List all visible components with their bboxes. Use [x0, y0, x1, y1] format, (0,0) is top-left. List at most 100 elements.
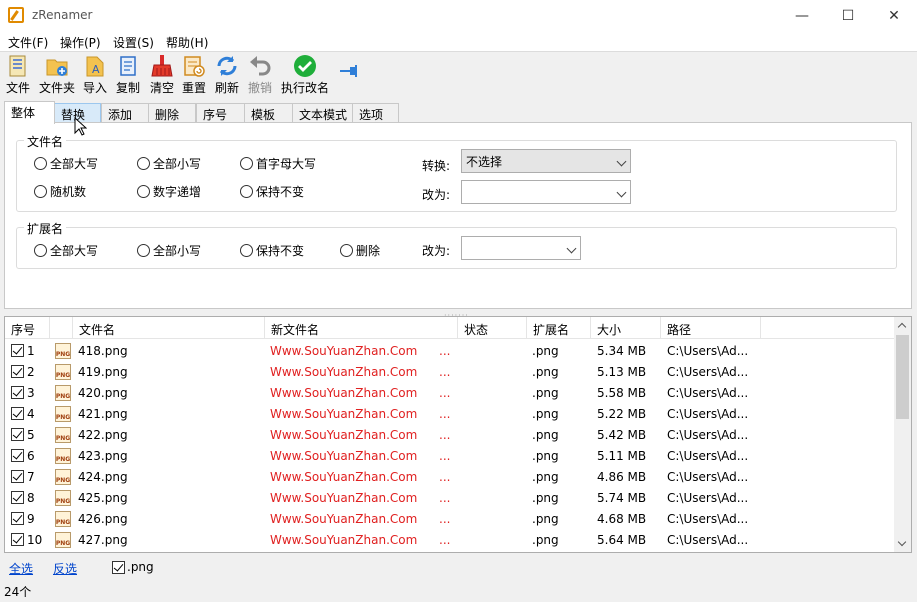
scroll-up-arrow-icon[interactable]: [897, 322, 907, 332]
minimize-button[interactable]: —: [779, 0, 825, 32]
radio-filename-capitalize[interactable]: 首字母大写: [240, 155, 316, 172]
column-header-status[interactable]: 状态: [458, 317, 527, 339]
row-checkbox[interactable]: [11, 449, 24, 462]
select-all-link[interactable]: 全选: [9, 560, 33, 577]
scrollbar-thumb[interactable]: [896, 335, 909, 419]
radio-ext-keep[interactable]: 保持不变: [240, 242, 304, 259]
table-row[interactable]: 5 PNG 422.png Www.SouYuanZhan.Com... .png 5.4…: [5, 425, 895, 446]
menu-help[interactable]: 帮助(H): [166, 34, 208, 51]
radio-filename-random[interactable]: 随机数: [34, 183, 86, 200]
row-index: 5: [27, 428, 35, 442]
png-file-icon: PNG: [55, 406, 71, 422]
tab-options[interactable]: 选项: [352, 103, 399, 123]
tab-template[interactable]: 模板: [244, 103, 293, 123]
menu-operate[interactable]: 操作(P): [60, 34, 101, 51]
row-path: C:\Users\Ad...: [667, 449, 749, 463]
vertical-scrollbar[interactable]: [894, 317, 911, 552]
column-header-index[interactable]: 序号: [5, 317, 50, 339]
row-index: 7: [27, 470, 35, 484]
row-newname: Www.SouYuanZhan.Com: [270, 491, 418, 505]
row-checkbox[interactable]: [11, 428, 24, 441]
column-header-filename[interactable]: 文件名: [73, 317, 265, 339]
row-checkbox[interactable]: [11, 533, 24, 546]
maximize-button[interactable]: ☐: [825, 0, 871, 32]
tab-sequence[interactable]: 序号: [196, 103, 245, 123]
row-checkbox[interactable]: [11, 344, 24, 357]
radio-filename-increment[interactable]: 数字递增: [137, 183, 201, 200]
row-path: C:\Users\Ad...: [667, 428, 749, 442]
row-filename: 426.png: [78, 512, 128, 526]
table-row[interactable]: 1 PNG 418.png Www.SouYuanZhan.Com... .png 5.3…: [5, 341, 895, 362]
add-file-button[interactable]: 文件: [4, 52, 32, 98]
png-file-icon: PNG: [55, 532, 71, 548]
row-size: 5.58 MB: [597, 386, 647, 400]
radio-ext-lowercase[interactable]: 全部小写: [137, 242, 201, 259]
radio-ext-uppercase[interactable]: 全部大写: [34, 242, 98, 259]
copy-button[interactable]: 复制: [114, 52, 142, 98]
row-size: 5.34 MB: [597, 344, 647, 358]
table-row[interactable]: 2 PNG 419.png Www.SouYuanZhan.Com... .png 5.1…: [5, 362, 895, 383]
column-header-newname[interactable]: 新文件名: [265, 317, 458, 339]
row-newname-ellipsis: ...: [439, 449, 451, 463]
tab-overall[interactable]: 整体: [4, 101, 55, 124]
row-path: C:\Users\Ad...: [667, 470, 749, 484]
row-newname-ellipsis: ...: [439, 470, 451, 484]
table-row[interactable]: 8 PNG 425.png Www.SouYuanZhan.Com... .png 5.7…: [5, 488, 895, 509]
execute-rename-button[interactable]: 执行改名: [280, 52, 330, 98]
row-path: C:\Users\Ad...: [667, 533, 749, 547]
column-header-icon[interactable]: [50, 317, 73, 339]
pin-button[interactable]: [338, 52, 362, 98]
row-extension: .png: [532, 533, 559, 547]
row-extension: .png: [532, 365, 559, 379]
ext-change-select[interactable]: [461, 236, 581, 260]
refresh-button[interactable]: 刷新: [213, 52, 241, 98]
row-size: 5.22 MB: [597, 407, 647, 421]
table-row[interactable]: 4 PNG 421.png Www.SouYuanZhan.Com... .png 5.2…: [5, 404, 895, 425]
undo-button[interactable]: 撤销: [246, 52, 274, 98]
png-file-icon: PNG: [55, 427, 71, 443]
close-button[interactable]: ✕: [871, 0, 917, 32]
radio-filename-keep[interactable]: 保持不变: [240, 183, 304, 200]
tab-delete[interactable]: 删除: [148, 103, 196, 123]
convert-select[interactable]: 不选择: [461, 149, 631, 173]
row-checkbox[interactable]: [11, 407, 24, 420]
import-button[interactable]: A 导入: [82, 52, 108, 98]
row-size: 4.86 MB: [597, 470, 647, 484]
row-checkbox[interactable]: [11, 386, 24, 399]
tab-text-mode[interactable]: 文本模式: [292, 103, 353, 123]
row-checkbox[interactable]: [11, 512, 24, 525]
column-header-path[interactable]: 路径: [661, 317, 761, 339]
column-header-extension[interactable]: 扩展名: [527, 317, 591, 339]
menu-settings[interactable]: 设置(S): [113, 34, 154, 51]
filename-change-select[interactable]: [461, 180, 631, 204]
radio-filename-lowercase[interactable]: 全部小写: [137, 155, 201, 172]
row-checkbox[interactable]: [11, 365, 24, 378]
column-header-size[interactable]: 大小: [591, 317, 661, 339]
row-checkbox[interactable]: [11, 470, 24, 483]
filter-ext-checkbox[interactable]: .png: [112, 560, 154, 574]
tab-add[interactable]: 添加: [101, 103, 149, 123]
png-file-icon: PNG: [55, 343, 71, 359]
filename-change-label: 改为:: [422, 188, 451, 202]
clear-button[interactable]: 清空: [148, 52, 176, 98]
menu-file[interactable]: 文件(F): [8, 34, 48, 51]
radio-filename-uppercase[interactable]: 全部大写: [34, 155, 98, 172]
add-folder-button[interactable]: 文件夹: [38, 52, 76, 98]
row-extension: .png: [532, 407, 559, 421]
row-checkbox[interactable]: [11, 491, 24, 504]
radio-ext-delete[interactable]: 删除: [340, 242, 380, 259]
app-logo-icon: [8, 7, 24, 23]
refresh-icon: [215, 54, 239, 78]
reset-button[interactable]: 重置: [180, 52, 208, 98]
row-path: C:\Users\Ad...: [667, 491, 749, 505]
table-row[interactable]: 9 PNG 426.png Www.SouYuanZhan.Com... .png 4.6…: [5, 509, 895, 530]
toolbar: 文件 文件夹 A 导入 复制 清空 重置 刷新 撤销 执行改名: [0, 52, 917, 98]
scroll-down-arrow-icon[interactable]: [897, 537, 907, 547]
row-extension: .png: [532, 386, 559, 400]
table-row[interactable]: 3 PNG 420.png Www.SouYuanZhan.Com... .png 5.5…: [5, 383, 895, 404]
table-row[interactable]: 10 PNG 427.png Www.SouYuanZhan.Com... .png 5.…: [5, 530, 895, 551]
table-row[interactable]: 6 PNG 423.png Www.SouYuanZhan.Com... .png 5.1…: [5, 446, 895, 467]
invert-selection-link[interactable]: 反选: [53, 560, 77, 577]
row-newname-ellipsis: ...: [439, 512, 451, 526]
table-row[interactable]: 7 PNG 424.png Www.SouYuanZhan.Com... .png 4.8…: [5, 467, 895, 488]
